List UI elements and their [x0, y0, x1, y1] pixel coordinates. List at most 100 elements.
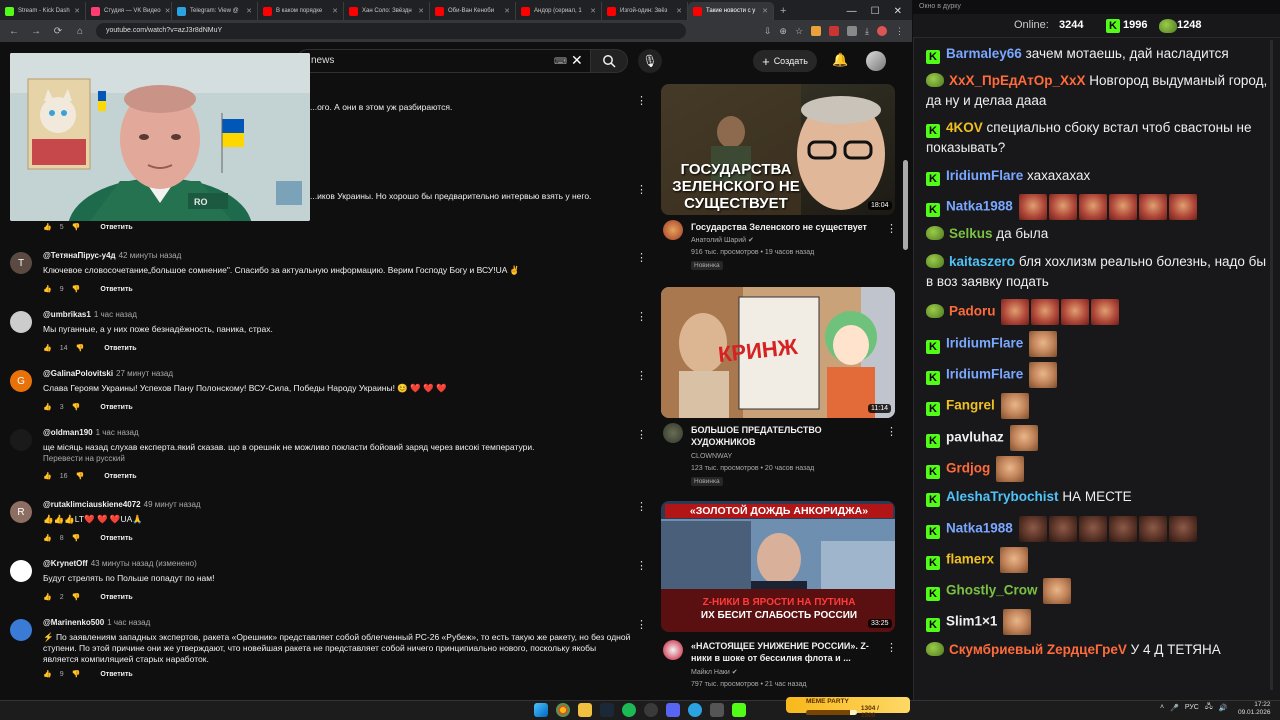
- clear-search-icon[interactable]: ✕: [571, 52, 583, 69]
- spotify-icon[interactable]: [622, 703, 636, 717]
- like-icon[interactable]: 👍: [43, 223, 52, 231]
- chat-username[interactable]: IridiumFlare: [946, 367, 1023, 382]
- chat-username[interactable]: Ghostly_Crow: [946, 583, 1038, 598]
- comment-menu-icon[interactable]: ⋮: [636, 183, 647, 196]
- dislike-icon[interactable]: 👎: [72, 285, 81, 293]
- system-clock[interactable]: 17:22 09.01.2026: [1238, 701, 1271, 717]
- start-menu-icon[interactable]: [534, 703, 548, 717]
- chat-username[interactable]: IridiumFlare: [946, 168, 1023, 183]
- obs-icon[interactable]: [644, 703, 658, 717]
- comment-menu-icon[interactable]: ⋮: [636, 94, 647, 107]
- like-icon[interactable]: 👍: [43, 285, 52, 293]
- video-menu-icon[interactable]: ⋮: [886, 425, 897, 438]
- video-channel[interactable]: Анатолий Шарий ✔: [691, 236, 754, 246]
- chat-username[interactable]: Selkus: [949, 226, 993, 241]
- close-tab-icon[interactable]: ✕: [418, 7, 424, 15]
- notifications-bell-icon[interactable]: 🔔: [832, 52, 848, 68]
- like-icon[interactable]: 👍: [43, 593, 52, 601]
- like-icon[interactable]: 👍: [43, 403, 52, 411]
- chat-username[interactable]: pavluhaz: [946, 430, 1004, 445]
- chevron-up-icon[interactable]: ˄: [1160, 704, 1164, 711]
- extension-icon[interactable]: [847, 26, 858, 36]
- comment-menu-icon[interactable]: ⋮: [636, 618, 647, 631]
- page-scrollbar[interactable]: [903, 160, 908, 250]
- language-indicator[interactable]: РУС: [1185, 704, 1199, 711]
- dislike-icon[interactable]: 👎: [76, 472, 85, 480]
- browser-tab[interactable]: Stream - Kick Dash ✕: [0, 2, 86, 20]
- search-input[interactable]: news: [296, 49, 596, 73]
- steam-icon[interactable]: [600, 703, 614, 717]
- browser-tab[interactable]: Telegram: View @ ✕: [172, 2, 258, 20]
- video-title[interactable]: БОЛЬШОЕ ПРЕДАТЕЛЬСТВО ХУДОЖНИКОВ: [691, 424, 851, 448]
- reply-button[interactable]: Ответить: [100, 224, 132, 231]
- commenter-avatar[interactable]: [10, 619, 32, 641]
- close-tab-icon[interactable]: ✕: [246, 7, 252, 15]
- dislike-icon[interactable]: 👎: [72, 403, 81, 411]
- reply-button[interactable]: Ответить: [104, 473, 136, 480]
- chat-username[interactable]: IridiumFlare: [946, 336, 1023, 351]
- dislike-icon[interactable]: 👎: [72, 670, 81, 678]
- comment-author[interactable]: @KrynetOff: [43, 559, 88, 568]
- chat-username[interactable]: Grdjog: [946, 461, 990, 476]
- close-tab-icon[interactable]: ✕: [504, 7, 510, 15]
- browser-tab[interactable]: Такие новости с у ✕: [688, 2, 774, 20]
- chat-username[interactable]: Natka1988: [946, 199, 1013, 214]
- commenter-avatar[interactable]: [10, 429, 32, 451]
- new-tab-button[interactable]: +: [774, 2, 792, 20]
- create-button[interactable]: + Создать: [753, 50, 817, 72]
- like-icon[interactable]: 👍: [43, 344, 52, 352]
- like-icon[interactable]: 👍: [43, 472, 52, 480]
- bookmark-star-icon[interactable]: ☆: [795, 26, 803, 37]
- browser-tab[interactable]: Студия — VK Видео ✕: [86, 2, 172, 20]
- app-icon[interactable]: [710, 703, 724, 717]
- dislike-icon[interactable]: 👎: [72, 223, 81, 231]
- close-tab-icon[interactable]: ✕: [165, 7, 171, 15]
- chat-username[interactable]: Fangrel: [946, 398, 995, 413]
- chat-username[interactable]: Скумбриевый ZердцеГреV: [949, 642, 1127, 657]
- dislike-icon[interactable]: 👎: [76, 344, 85, 352]
- like-icon[interactable]: 👍: [43, 534, 52, 542]
- close-tab-icon[interactable]: ✕: [74, 7, 80, 15]
- video-menu-icon[interactable]: ⋮: [886, 222, 897, 235]
- keyboard-icon[interactable]: ⌨: [554, 56, 567, 67]
- reply-button[interactable]: Ответить: [100, 671, 132, 678]
- comment-author[interactable]: @rutaklimciauskiene4072: [43, 500, 141, 509]
- forward-icon[interactable]: →: [30, 26, 42, 37]
- close-window-icon[interactable]: ✕: [894, 6, 902, 17]
- zoom-icon[interactable]: ⊕: [779, 26, 787, 37]
- comment-menu-icon[interactable]: ⋮: [636, 559, 647, 572]
- chat-username[interactable]: 4KOV: [946, 120, 983, 135]
- chat-username[interactable]: AleshaTrybochist: [946, 489, 1059, 504]
- browser-tab[interactable]: Изгой-один: Звёз ✕: [602, 2, 688, 20]
- volume-icon[interactable]: 🔊: [1219, 704, 1228, 712]
- browser-tab[interactable]: Андор (сериал, 1 ✕: [516, 2, 602, 20]
- discord-icon[interactable]: [666, 703, 680, 717]
- menu-icon[interactable]: ⋮: [895, 26, 904, 37]
- video-channel[interactable]: CLOWNWAY: [691, 452, 732, 462]
- video-title[interactable]: Государства Зеленского не существует: [691, 221, 881, 233]
- comment-author[interactable]: @umbrikas1: [43, 310, 91, 319]
- close-tab-icon[interactable]: ✕: [676, 7, 682, 15]
- browser-tab[interactable]: Хан Соло: Звёздн ✕: [344, 2, 430, 20]
- close-tab-icon[interactable]: ✕: [590, 7, 596, 15]
- extension-icon[interactable]: [811, 26, 822, 36]
- comment-menu-icon[interactable]: ⋮: [636, 310, 647, 323]
- comment-author[interactable]: @ТетянаПірус-у4д: [43, 251, 116, 260]
- video-title[interactable]: «НАСТОЯЩЕЕ УНИЖЕНИЕ РОССИИ». Z-ники в шо…: [691, 640, 881, 664]
- comment-menu-icon[interactable]: ⋮: [636, 369, 647, 382]
- commenter-avatar[interactable]: [10, 560, 32, 582]
- voice-search-button[interactable]: 🎙: [638, 49, 662, 73]
- comment-menu-icon[interactable]: ⋮: [636, 428, 647, 441]
- dislike-icon[interactable]: 👎: [72, 593, 81, 601]
- commenter-avatar[interactable]: T: [10, 252, 32, 274]
- chat-scrollbar[interactable]: [1270, 40, 1273, 690]
- home-icon[interactable]: ⌂: [74, 26, 86, 37]
- browser-tab[interactable]: В каком порядке ✕: [258, 2, 344, 20]
- dislike-icon[interactable]: 👎: [72, 534, 81, 542]
- chat-username[interactable]: Slim1×1: [946, 614, 997, 629]
- chat-username[interactable]: flamerx: [946, 552, 994, 567]
- microphone-icon[interactable]: 🎤: [1170, 704, 1179, 712]
- comment-menu-icon[interactable]: ⋮: [636, 251, 647, 264]
- commenter-avatar[interactable]: [10, 311, 32, 333]
- reply-button[interactable]: Ответить: [104, 345, 136, 352]
